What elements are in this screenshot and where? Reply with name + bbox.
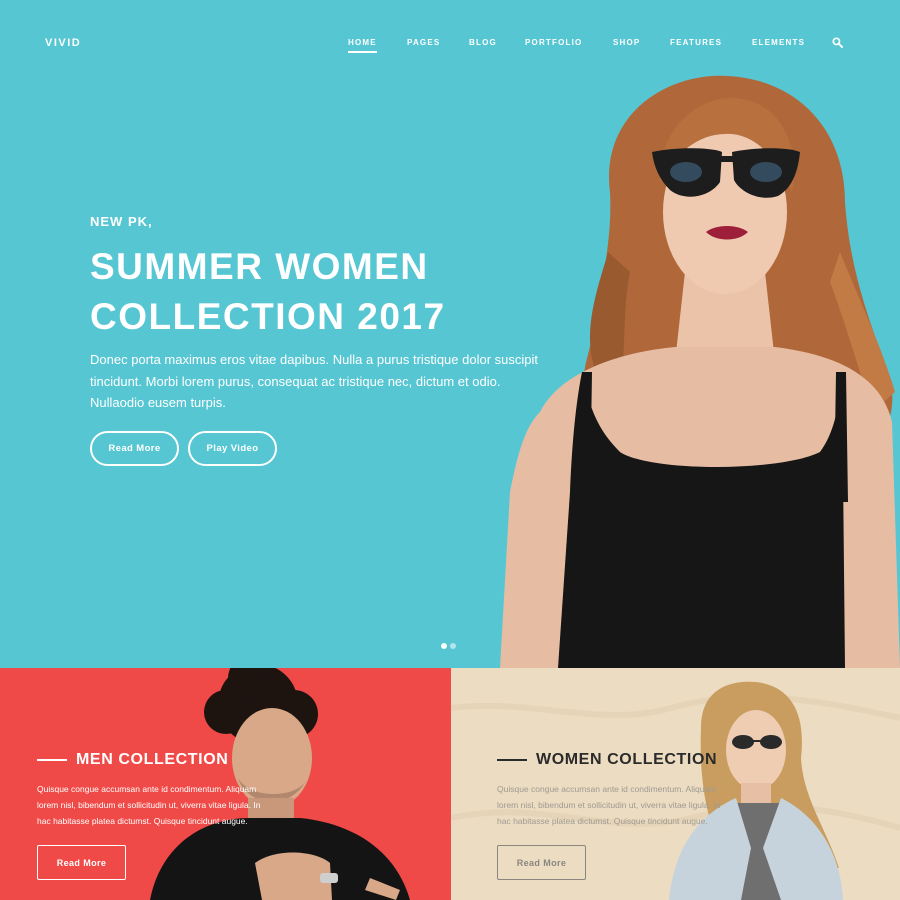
hero-description-line3: Nullaodio eusem turpis.: [90, 395, 226, 410]
men-description-line1: Quisque congue accumsan ante id condimen…: [37, 784, 257, 794]
women-description-line3: hac habitasse platea dictumst. Quisque t…: [497, 816, 708, 826]
search-icon[interactable]: [832, 37, 843, 48]
hero-headline-line1: SUMMER WOMEN: [90, 246, 429, 287]
women-collection-heading: WOMEN COLLECTION: [497, 751, 717, 769]
women-description-line1: Quisque congue accumsan ante id condimen…: [497, 784, 717, 794]
women-collection-tile: WOMEN COLLECTION Quisque congue accumsan…: [451, 668, 900, 900]
hero-description: Donec porta maximus eros vitae dapibus. …: [90, 349, 570, 414]
nav-item-elements[interactable]: ELEMENTS: [752, 38, 805, 47]
nav-item-shop[interactable]: SHOP: [613, 38, 640, 47]
hero-banner: VIVID HOME PAGES BLOG PORTFOLIO SHOP FEA…: [0, 0, 900, 668]
nav-item-pages[interactable]: PAGES: [407, 38, 440, 47]
nav-item-home[interactable]: HOME: [348, 38, 377, 53]
women-collection-description: Quisque congue accumsan ante id condimen…: [497, 781, 777, 829]
hero-kicker: NEW PK,: [90, 214, 153, 229]
hero-description-line2: tincidunt. Morbi lorem purus, consequat …: [90, 373, 501, 389]
men-description-line2: lorem nisl, bibendum et sollicitudin ut,…: [37, 800, 261, 810]
nav-item-features[interactable]: FEATURES: [670, 38, 722, 47]
men-collection-title: MEN COLLECTION: [76, 751, 229, 768]
men-collection-description: Quisque congue accumsan ante id condimen…: [37, 781, 317, 829]
nav-item-blog[interactable]: BLOG: [469, 38, 497, 47]
slider-dot-2[interactable]: [450, 643, 456, 649]
men-collection-tile: MEN COLLECTION Quisque congue accumsan a…: [0, 668, 451, 900]
women-read-more-button[interactable]: Read More: [497, 845, 586, 880]
hero-headline-line2: COLLECTION 2017: [90, 296, 446, 337]
men-collection-heading: MEN COLLECTION: [37, 751, 228, 769]
men-description-line3: hac habitasse platea dictumst. Quisque t…: [37, 816, 248, 826]
heading-rule: [37, 759, 67, 761]
nav-item-portfolio[interactable]: PORTFOLIO: [525, 38, 582, 47]
hero-read-more-button[interactable]: Read More: [90, 431, 179, 466]
hero-description-line1: Donec porta maximus eros vitae dapibus. …: [90, 352, 538, 367]
slider-pagination: [441, 643, 456, 649]
men-read-more-button[interactable]: Read More: [37, 845, 126, 880]
hero-play-video-button[interactable]: Play Video: [188, 431, 277, 466]
heading-rule: [497, 759, 527, 761]
women-description-line2: lorem nisl, bibendum et sollicitudin ut,…: [497, 800, 721, 810]
hero-headline: SUMMER WOMEN COLLECTION 2017: [90, 242, 446, 342]
main-nav: HOME PAGES BLOG PORTFOLIO SHOP FEATURES …: [0, 38, 900, 58]
women-collection-title: WOMEN COLLECTION: [536, 751, 718, 768]
slider-dot-1[interactable]: [441, 643, 447, 649]
